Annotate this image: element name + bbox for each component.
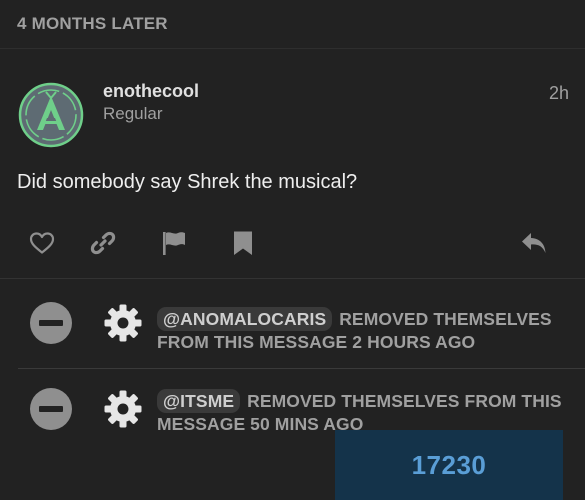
post-body: Did somebody say Shrek the musical? xyxy=(17,171,358,193)
small-action-item: @ANOMALOCARIS REMOVED THEMSELVES FROM TH… xyxy=(0,279,585,368)
bookmark-icon xyxy=(234,231,252,255)
remove-icon xyxy=(30,302,72,344)
avatar-logo-icon xyxy=(18,82,84,148)
bookmark-button[interactable] xyxy=(228,229,258,257)
reply-button[interactable] xyxy=(519,229,549,257)
gear-icon xyxy=(104,304,142,342)
topic-view: 4 MONTHS LATER enothecool Regular 2h Did… xyxy=(0,0,585,500)
time-gap-label: 4 MONTHS LATER xyxy=(17,14,168,33)
small-action-text: @ITSME REMOVED THEMSELVES FROM THIS MESS… xyxy=(157,389,577,435)
avatar[interactable] xyxy=(18,82,84,148)
divider xyxy=(0,48,585,49)
remove-icon xyxy=(30,388,72,430)
heart-icon xyxy=(29,232,55,254)
flag-button[interactable] xyxy=(159,229,189,257)
user-mention[interactable]: @ANOMALOCARIS xyxy=(157,307,333,331)
reply-icon xyxy=(522,233,546,253)
link-icon xyxy=(90,231,116,255)
gear-icon xyxy=(104,390,142,428)
small-action-text: @ANOMALOCARIS REMOVED THEMSELVES FROM TH… xyxy=(157,307,577,353)
post-username[interactable]: enothecool xyxy=(103,81,199,102)
counter-badge: 17230 xyxy=(335,430,563,500)
copy-link-button[interactable] xyxy=(88,229,118,257)
like-button[interactable] xyxy=(27,229,57,257)
counter-value: 17230 xyxy=(411,449,487,480)
user-mention[interactable]: @ITSME xyxy=(157,389,241,413)
flag-icon xyxy=(163,232,185,255)
post-user-title: Regular xyxy=(103,104,163,123)
post-date[interactable]: 2h xyxy=(549,83,569,104)
